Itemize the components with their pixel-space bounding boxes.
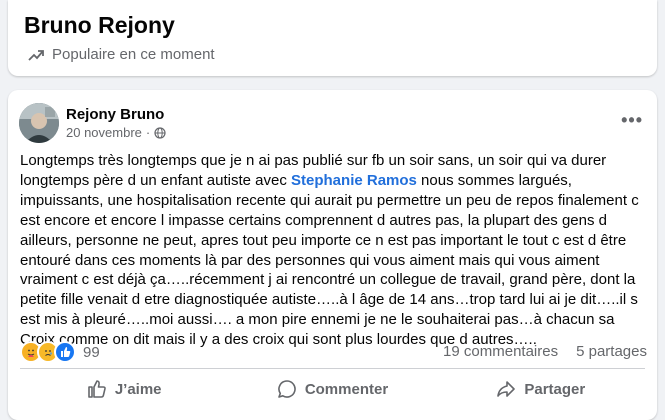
more-options-button[interactable]: •••: [621, 110, 643, 131]
post-text-end: nous sommes largués, impuissants, une ho…: [20, 171, 639, 349]
trending-text: Populaire en ce moment: [52, 46, 215, 63]
globe-icon: [154, 126, 166, 139]
post-date[interactable]: 20 novembre: [66, 125, 142, 140]
trending-label: Populaire en ce moment: [28, 46, 215, 63]
like-button[interactable]: J’aime: [20, 370, 228, 408]
post-card: Rejony Bruno 20 novembre · ••• Longtemps…: [8, 90, 657, 420]
reactions-count: 99: [83, 343, 100, 361]
like-label: J’aime: [114, 380, 162, 398]
post-actions: J’aime Commenter Partager: [20, 370, 645, 408]
comments-count[interactable]: 19 commentaires: [443, 343, 558, 360]
like-reaction-icon: [54, 341, 76, 363]
share-button[interactable]: Partager: [437, 370, 645, 408]
mention-link[interactable]: Stephanie Ramos: [291, 172, 417, 189]
page-title[interactable]: Bruno Rejony: [24, 12, 175, 39]
actions-divider: [20, 368, 645, 369]
trending-icon: [28, 49, 44, 61]
post-stats: 19 commentaires 5 partages: [443, 343, 647, 360]
post-author[interactable]: Rejony Bruno: [66, 106, 164, 123]
share-icon: [497, 381, 516, 397]
avatar[interactable]: [19, 103, 59, 143]
comment-label: Commenter: [304, 380, 389, 398]
thumbs-up-icon: [88, 380, 106, 398]
share-label: Partager: [524, 380, 586, 398]
reactions-summary[interactable]: 99: [20, 341, 100, 363]
post-body: Longtemps très longtemps que je n ai pas…: [20, 151, 645, 350]
meta-separator: ·: [145, 125, 151, 140]
comment-button[interactable]: Commenter: [228, 370, 436, 408]
page-header-card: Bruno Rejony Populaire en ce moment: [8, 0, 657, 76]
comment-icon: [278, 380, 296, 398]
post-meta: 20 novembre ·: [66, 125, 166, 140]
shares-count[interactable]: 5 partages: [576, 343, 647, 360]
